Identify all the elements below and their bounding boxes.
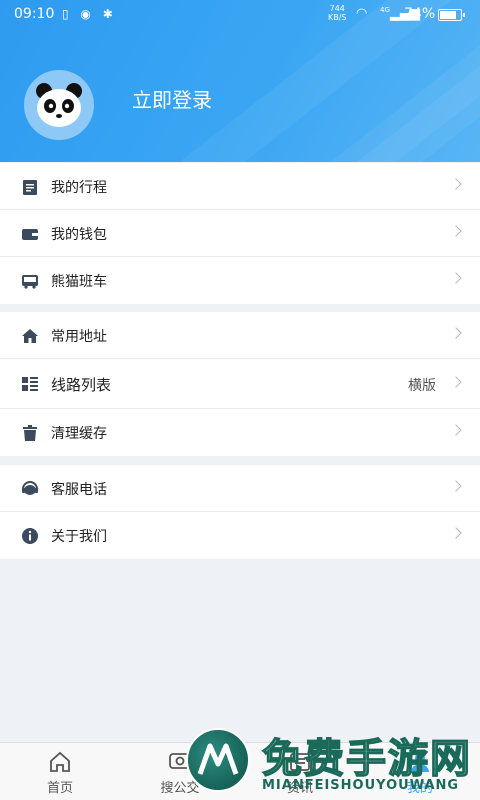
menu-item-panda-shuttle[interactable]: 熊猫班车 [0,257,480,304]
menu-group-1: 我的行程 我的钱包 熊猫班车 [0,163,480,304]
shuttle-bus-icon [22,275,38,289]
trash-icon [23,425,37,441]
login-link[interactable]: 立即登录 [132,84,212,113]
chevron-right-icon [450,178,462,190]
battery-icon [438,9,465,21]
tab-label: 首页 [46,781,73,796]
home-outline-icon [50,751,70,772]
wallet-icon [22,229,38,240]
chevron-right-icon [450,225,462,237]
chevron-right-icon [450,327,462,339]
list-icon [22,377,38,391]
avatar[interactable] [24,70,94,140]
menu-item-label: 常用地址 [51,329,107,345]
menu-item-my-wallet[interactable]: 我的钱包 [0,210,480,257]
menu-item-route-list[interactable]: 线路列表 横版 [0,359,480,409]
menu-item-label: 清理缓存 [51,426,107,442]
menu-item-label: 线路列表 [51,376,112,394]
status-bar: 09:10 ▯ ◉ ✱ 744 KB/S ◠ 4G▂▄▆ 74% [0,0,480,30]
tab-home[interactable]: 首页 [0,743,120,800]
profile-header: 09:10 ▯ ◉ ✱ 744 KB/S ◠ 4G▂▄▆ 74% 立即登录 [0,0,480,162]
menu-item-label: 客服电话 [51,482,107,498]
watermark-subtitle: MIANFEISHOUYOUWANG [262,778,460,793]
menu-item-label: 熊猫班车 [51,274,107,290]
menu-group-2: 常用地址 线路列表 横版 清理缓存 [0,312,480,456]
menu-group-3: 客服电话 关于我们 [0,465,480,559]
menu-item-about-us[interactable]: 关于我们 [0,512,480,559]
menu-item-customer-service[interactable]: 客服电话 [0,465,480,512]
chevron-right-icon [450,424,462,436]
m-logo-icon [197,743,239,775]
home-icon [22,329,38,343]
chevron-right-icon [450,480,462,492]
menu-item-value: 横版 [408,378,436,394]
chevron-right-icon [450,272,462,284]
battery-percent: 74% [404,6,436,22]
info-icon [22,528,38,544]
menu-item-label: 我的钱包 [51,227,107,243]
watermark-title: 免费手游网 [261,735,472,783]
status-time: 09:10 [14,6,55,22]
menu-item-my-trips[interactable]: 我的行程 [0,163,480,210]
itinerary-icon [23,180,37,195]
wifi-icon: ◠ [356,6,368,21]
watermark-logo [186,728,250,792]
menu-item-label: 我的行程 [51,180,107,196]
panda-icon [36,83,82,127]
menu-item-common-address[interactable]: 常用地址 [0,312,480,359]
net-speed: 744 KB/S [328,4,347,22]
menu-item-label: 关于我们 [51,529,107,545]
chevron-right-icon [450,376,462,388]
watermark: 免费手游网 MIANFEISHOUYOUWANG [186,724,480,800]
chevron-right-icon [450,527,462,539]
customer-service-icon [22,481,38,495]
notification-icons: ▯ ◉ ✱ [62,7,117,21]
menu-item-clear-cache[interactable]: 清理缓存 [0,409,480,456]
